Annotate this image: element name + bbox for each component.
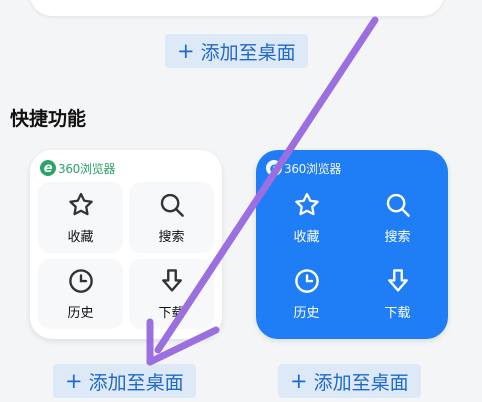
- add-to-desktop-button-blue[interactable]: + 添加至桌面: [278, 364, 421, 398]
- widget-item-favorites[interactable]: 收藏: [38, 182, 123, 253]
- widget-item-label: 历史: [293, 306, 320, 322]
- brand-logo: e 360浏览器: [266, 160, 341, 176]
- brand-logo: e 360浏览器: [40, 160, 115, 176]
- add-to-desktop-button-light[interactable]: + 添加至桌面: [53, 364, 196, 398]
- widget-item-label: 下载: [384, 306, 411, 322]
- widget-item-label: 收藏: [67, 229, 94, 245]
- plus-icon: +: [290, 368, 308, 393]
- widget-item-download[interactable]: 下载: [355, 259, 440, 330]
- clock-icon: [68, 269, 93, 294]
- widget-preview-blue[interactable]: e 360浏览器 收藏 搜索 历史 下载: [256, 150, 448, 339]
- plus-icon: +: [65, 368, 83, 393]
- search-icon: [386, 193, 410, 217]
- widget-item-favorites[interactable]: 收藏: [264, 182, 349, 253]
- widget-item-label: 历史: [67, 306, 94, 322]
- widget-item-label: 搜索: [384, 229, 411, 245]
- add-to-desktop-label: 添加至桌面: [200, 41, 296, 64]
- widget-item-label: 下载: [158, 306, 185, 322]
- browser-logo-icon: e: [266, 160, 282, 176]
- add-to-desktop-label: 添加至桌面: [88, 371, 184, 394]
- top-widget-card: [30, 0, 444, 16]
- star-icon: [294, 192, 319, 215]
- browser-logo-icon: e: [40, 160, 56, 176]
- widget-item-label: 收藏: [293, 229, 320, 245]
- brand-name: 360浏览器: [58, 161, 116, 176]
- download-icon: [161, 269, 182, 292]
- add-to-desktop-button-top[interactable]: + 添加至桌面: [165, 34, 308, 68]
- search-icon: [160, 193, 184, 217]
- widget-item-history[interactable]: 历史: [38, 258, 123, 329]
- section-title: 快捷功能: [10, 108, 87, 130]
- clock-icon: [294, 269, 319, 294]
- widget-item-search[interactable]: 搜索: [129, 182, 214, 253]
- widget-preview-light[interactable]: e 360浏览器 收藏 搜索 历史 下载: [30, 150, 222, 339]
- download-icon: [387, 269, 408, 292]
- add-to-desktop-label: 添加至桌面: [313, 371, 409, 394]
- widget-item-history[interactable]: 历史: [264, 259, 349, 330]
- widget-item-search[interactable]: 搜索: [355, 182, 440, 253]
- plus-icon: +: [177, 38, 195, 63]
- brand-name: 360浏览器: [284, 161, 342, 176]
- widget-item-download[interactable]: 下载: [129, 258, 214, 329]
- star-icon: [68, 192, 93, 215]
- widget-item-label: 搜索: [158, 229, 185, 245]
